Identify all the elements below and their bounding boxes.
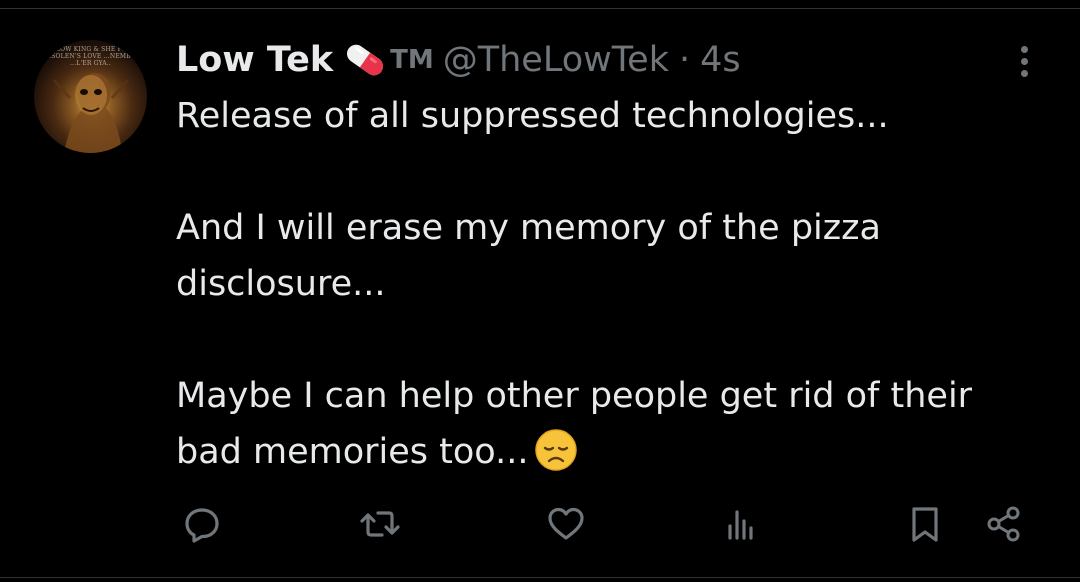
tweet-header: Low Tek TM @TheLowTek · 4s [176,37,741,83]
repost-button[interactable] [354,498,406,550]
share-button[interactable] [978,498,1030,550]
bookmark-icon [912,507,938,542]
more-dot [1020,57,1028,65]
avatar-caption: ...L LOW KING & SHE FUL... ...SOLEN'S LO… [43,46,138,67]
tweet-line: And I will erase my memory of the pizza [176,208,881,248]
action-bar [0,498,1080,550]
like-button[interactable] [540,498,592,550]
pill-icon [342,41,388,79]
views-button[interactable] [715,498,767,550]
repost-icon [360,511,400,537]
tweet-line: disclosure... [176,264,386,304]
handle[interactable]: @TheLowTek [443,40,669,80]
share-icon [987,506,1020,542]
top-divider [0,8,1080,9]
tweet-line: bad memories too... [176,424,1056,480]
disappointed-face-icon [534,428,578,472]
tweet-text: Release of all suppressed technologies..… [176,88,1056,480]
tweet-line: Maybe I can help other people get rid of… [176,376,973,416]
separator-dot: · [678,40,691,80]
more-dot [1020,69,1028,77]
reply-button[interactable] [176,498,228,550]
trademark-text: TM [390,45,434,75]
tweet-line: Release of all suppressed technologies..… [176,96,889,136]
reply-icon [185,508,219,543]
views-icon [728,510,753,540]
bookmark-button[interactable] [899,498,951,550]
display-name[interactable]: Low Tek [176,40,333,80]
more-dot [1020,45,1028,53]
like-icon [548,507,584,540]
timestamp[interactable]: 4s [700,40,741,80]
tweet-line-text: bad memories too... [176,432,529,472]
avatar[interactable]: ...L LOW KING & SHE FUL... ...SOLEN'S LO… [34,40,147,153]
more-options-icon[interactable] [1009,40,1039,82]
bottom-divider [0,577,1080,578]
